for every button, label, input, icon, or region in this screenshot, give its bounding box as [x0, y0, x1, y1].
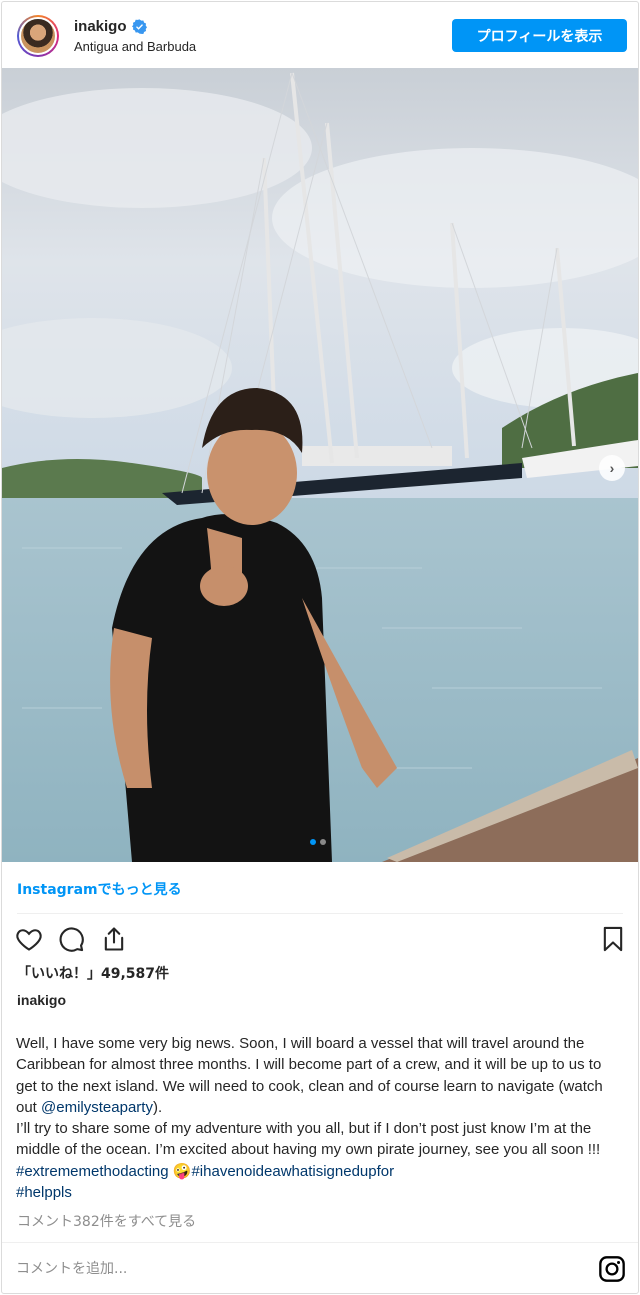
- verified-badge-icon: [131, 19, 147, 34]
- hashtag-link[interactable]: #extrememethodacting: [16, 1163, 169, 1180]
- comment-button[interactable]: [56, 924, 86, 954]
- avatar[interactable]: [17, 15, 59, 57]
- share-button[interactable]: [99, 924, 129, 954]
- save-button[interactable]: [598, 924, 628, 954]
- carousel-next-button[interactable]: ›: [599, 455, 625, 481]
- instagram-embed-card: inakigo Antigua and Barbuda プロフィールを表示 › …: [1, 1, 639, 1294]
- comment-bubble-icon: [59, 927, 84, 952]
- carousel-dots: [310, 839, 326, 845]
- post-photo[interactable]: ›: [2, 68, 638, 862]
- add-comment-input[interactable]: [16, 1257, 576, 1281]
- bookmark-icon: [603, 926, 623, 952]
- mention-link[interactable]: @emilysteaparty: [41, 1099, 153, 1116]
- view-more-on-instagram-link[interactable]: Instagramでもっと見る: [17, 879, 182, 899]
- instagram-logo-icon[interactable]: [598, 1255, 626, 1283]
- divider: [17, 913, 623, 914]
- avatar-image: [19, 17, 57, 55]
- action-bar: [14, 924, 628, 954]
- caption-text: Well, I have some very big news. Soon, I…: [16, 1033, 626, 1203]
- caption-username[interactable]: inakigo: [17, 992, 66, 1008]
- view-profile-button[interactable]: プロフィールを表示: [452, 19, 627, 52]
- likes-count[interactable]: 「いいね！」49,587件: [17, 963, 169, 983]
- share-icon: [104, 927, 124, 951]
- username-row: inakigo: [74, 18, 147, 35]
- post-header: inakigo Antigua and Barbuda プロフィールを表示: [2, 2, 638, 68]
- emoji: 🤪: [172, 1162, 192, 1180]
- chevron-right-icon: ›: [609, 460, 615, 476]
- photo-illustration: [2, 68, 638, 862]
- view-all-comments-link[interactable]: コメント382件をすべて見る: [17, 1211, 196, 1231]
- carousel-dot-1: [310, 839, 316, 845]
- username[interactable]: inakigo: [74, 18, 127, 35]
- heart-icon: [16, 929, 42, 951]
- hashtag-link[interactable]: #ihavenoideawhatisignedupfor: [191, 1163, 394, 1180]
- hashtag-link[interactable]: #helppls: [16, 1184, 72, 1201]
- like-button[interactable]: [14, 924, 44, 954]
- location[interactable]: Antigua and Barbuda: [74, 39, 196, 54]
- carousel-dot-2: [320, 839, 326, 845]
- comment-bar: [2, 1242, 638, 1293]
